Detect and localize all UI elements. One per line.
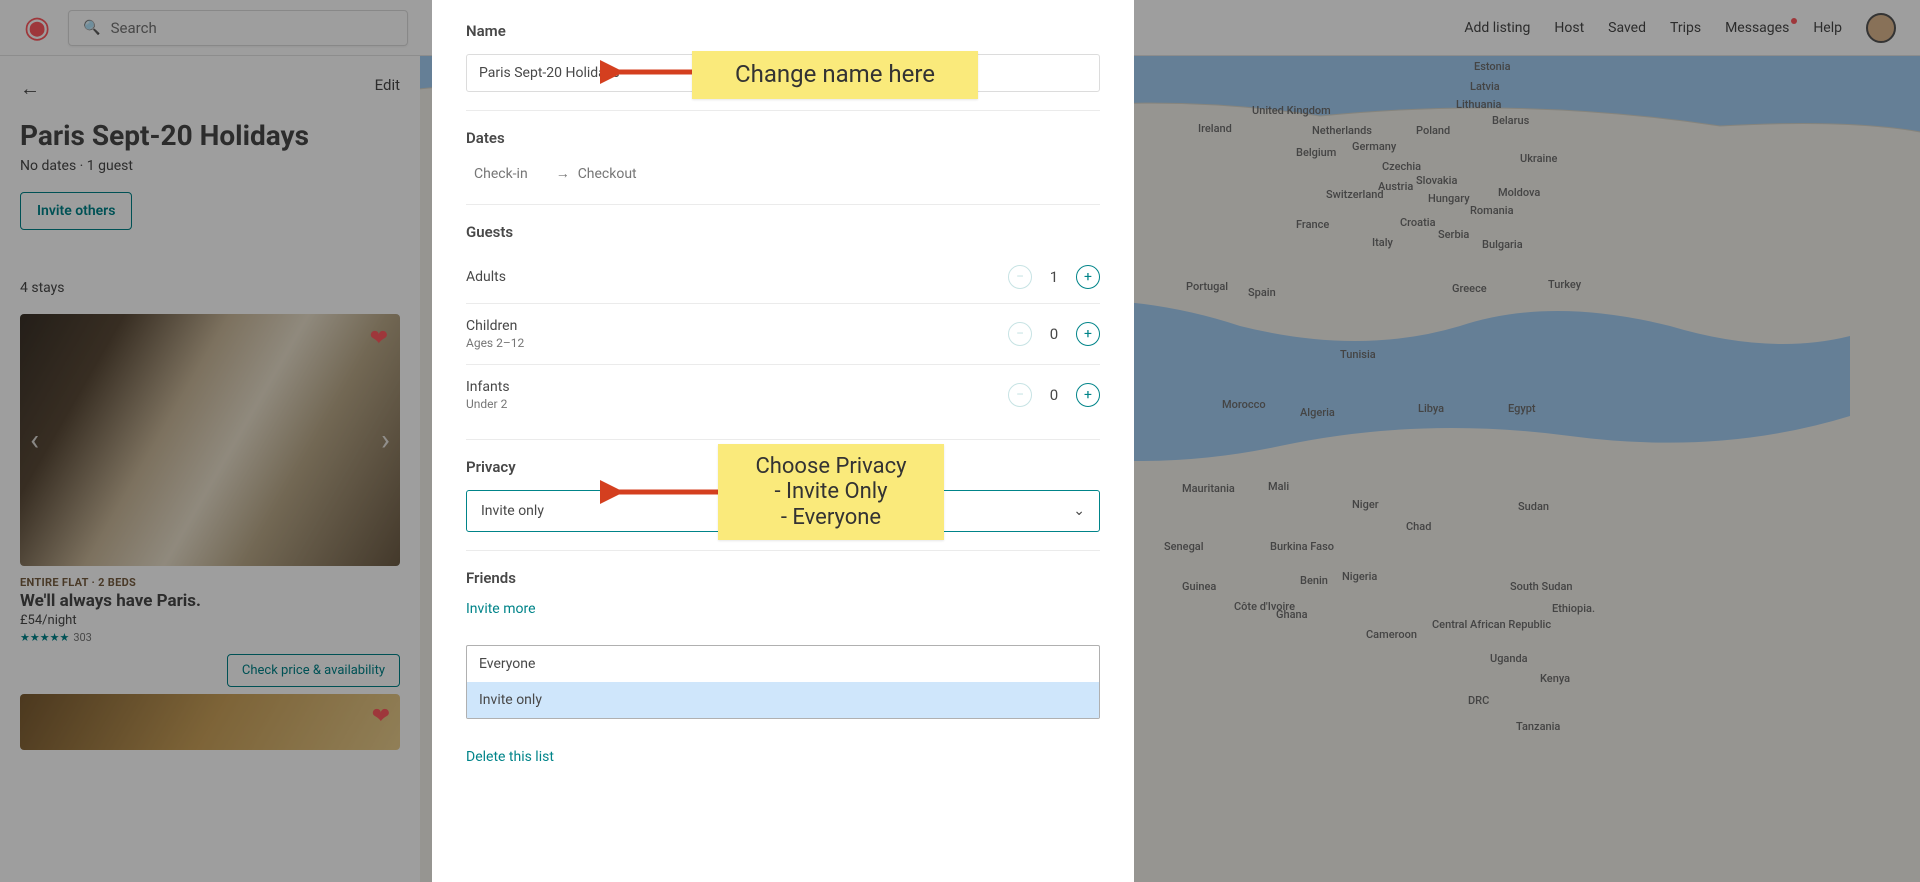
name-label: Name <box>466 22 1100 40</box>
dates-label: Dates <box>466 129 1100 147</box>
children-sublabel: Ages 2–12 <box>466 336 524 350</box>
adults-increment-button[interactable]: + <box>1076 265 1100 289</box>
children-decrement-button[interactable]: − <box>1008 322 1032 346</box>
infants-decrement-button[interactable]: − <box>1008 383 1032 407</box>
adults-label: Adults <box>466 269 506 285</box>
adults-value: 1 <box>1048 268 1060 286</box>
children-increment-button[interactable]: + <box>1076 322 1100 346</box>
delete-list-link[interactable]: Delete this list <box>466 749 1100 765</box>
adults-decrement-button[interactable]: − <box>1008 265 1032 289</box>
privacy-option-invite-only[interactable]: Invite only <box>467 682 1099 718</box>
children-label: Children <box>466 318 524 334</box>
arrow-right-icon: → <box>556 166 570 182</box>
children-row: Children Ages 2–12 − 0 + <box>466 308 1100 360</box>
chevron-down-icon: ⌄ <box>1073 503 1085 519</box>
infants-value: 0 <box>1048 386 1060 404</box>
checkin-field[interactable]: Check-in <box>474 166 528 182</box>
privacy-selected-value: Invite only <box>481 503 544 519</box>
annotation-callout: Change name here <box>692 51 978 99</box>
invite-more-link[interactable]: Invite more <box>466 601 1100 617</box>
infants-sublabel: Under 2 <box>466 397 510 411</box>
privacy-option-everyone[interactable]: Everyone <box>467 646 1099 682</box>
children-value: 0 <box>1048 325 1060 343</box>
infants-label: Infants <box>466 379 510 395</box>
guests-label: Guests <box>466 223 1100 241</box>
checkout-field[interactable]: Checkout <box>578 166 637 182</box>
adults-row: Adults − 1 + <box>466 255 1100 299</box>
friends-label: Friends <box>466 569 1100 587</box>
annotation-arrow-icon <box>600 480 730 504</box>
annotation-callout: Choose Privacy - Invite Only - Everyone <box>718 444 944 540</box>
infants-row: Infants Under 2 − 0 + <box>466 369 1100 421</box>
privacy-dropdown: Everyone Invite only <box>466 645 1100 719</box>
edit-wishlist-modal: Name Dates Check-in → Checkout Guests Adu… <box>432 0 1134 882</box>
infants-increment-button[interactable]: + <box>1076 383 1100 407</box>
